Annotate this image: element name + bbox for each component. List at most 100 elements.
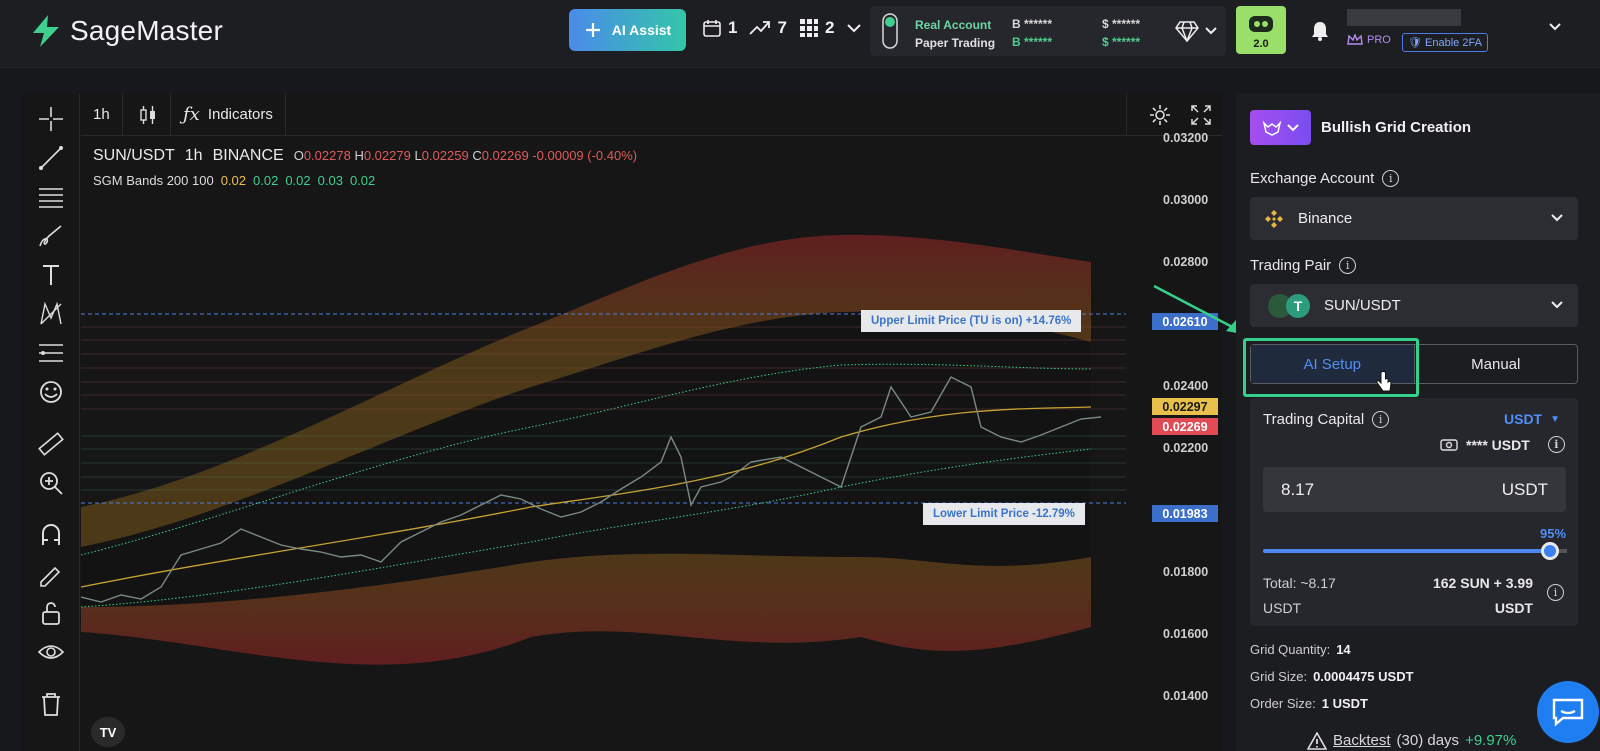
- backtest-link[interactable]: Backtest: [1333, 732, 1391, 750]
- binance-icon: [1265, 209, 1283, 228]
- diamond-icon[interactable]: [1175, 20, 1199, 42]
- lock-drawing-icon[interactable]: [37, 560, 65, 588]
- symbol[interactable]: SUN/USDT: [93, 147, 175, 165]
- trend-up-icon: [749, 21, 771, 35]
- lightning-logo-icon: [33, 15, 59, 47]
- chat-support-button[interactable]: [1537, 681, 1599, 743]
- profile-chevron-down-icon[interactable]: [1548, 22, 1562, 32]
- bot-counters: 1 7 2: [702, 18, 862, 38]
- function-icon: ƒx: [183, 104, 200, 125]
- shield-icon: 🛡: [1408, 37, 1422, 49]
- grid-size: Grid Size: 0.0004475 USDT: [1250, 669, 1414, 684]
- ruler-tool-icon[interactable]: [37, 430, 65, 458]
- user-name-redacted[interactable]: [1347, 9, 1461, 26]
- zoom-in-icon[interactable]: [37, 469, 65, 497]
- toggle-switch-icon[interactable]: [882, 13, 898, 49]
- trading-pair-label: Trading Pair i: [1250, 257, 1357, 274]
- enable-2fa-button[interactable]: 🛡 Enable 2FA: [1402, 33, 1488, 52]
- trading-capital-label: Trading Capital i: [1263, 411, 1390, 428]
- measure-tool-icon[interactable]: [37, 339, 65, 367]
- calendar-icon: [703, 20, 721, 37]
- bot-version: 2.0: [1253, 38, 1269, 50]
- lower-limit-label[interactable]: Lower Limit Price -12.79%: [923, 503, 1085, 525]
- chevron-down-icon: [1551, 301, 1563, 309]
- emoji-tool-icon[interactable]: [37, 378, 65, 406]
- account-switcher[interactable]: Real Account Paper Trading B ****** B **…: [870, 6, 1226, 56]
- chart-toolbar: 1h ƒx Indicators: [81, 93, 1222, 136]
- warning-icon: [1307, 732, 1327, 750]
- exchange-select[interactable]: Binance: [1250, 197, 1578, 240]
- chevron-down-icon[interactable]: [846, 22, 862, 34]
- bull-icon: [1262, 120, 1281, 136]
- exchange: BINANCE: [212, 147, 284, 164]
- settings-gear-icon[interactable]: [1149, 104, 1171, 126]
- fullscreen-icon[interactable]: [1191, 105, 1211, 125]
- trend-line-tool-icon[interactable]: [37, 144, 65, 172]
- axis-tick: 0.01800: [1163, 565, 1209, 579]
- currency-select[interactable]: USDT ▼: [1504, 411, 1560, 427]
- price-chart[interactable]: [81, 137, 1152, 743]
- masked-balance-b1: B ******: [1012, 17, 1053, 31]
- bot-type-selector[interactable]: [1250, 110, 1311, 145]
- indicator-legend[interactable]: SGM Bands 200 100 0.02 0.02 0.02 0.03 0.…: [93, 173, 375, 188]
- annotation-arrow: [1153, 284, 1242, 334]
- info-icon[interactable]: i: [1547, 584, 1564, 601]
- grid-quantity: Grid Quantity: 14: [1250, 642, 1351, 657]
- indicators-button[interactable]: ƒx Indicators: [171, 93, 286, 136]
- tradingview-logo[interactable]: TV: [91, 717, 125, 747]
- caret-down-icon: ▼: [1550, 413, 1561, 425]
- unlock-icon[interactable]: [37, 599, 65, 627]
- panel-header: Bullish Grid Creation: [1250, 110, 1471, 145]
- pattern-tool-icon[interactable]: [37, 300, 65, 328]
- tab-manual[interactable]: Manual: [1415, 345, 1578, 383]
- bell-icon[interactable]: [1311, 21, 1329, 41]
- capital-slider-knob[interactable]: [1541, 542, 1559, 560]
- info-icon[interactable]: i: [1339, 257, 1357, 274]
- grid-counter[interactable]: 2: [799, 18, 834, 38]
- axis-tick: 0.02400: [1163, 379, 1209, 393]
- upper-limit-label[interactable]: Upper Limit Price (TU is on) +14.76%: [861, 310, 1082, 332]
- info-icon[interactable]: i: [1382, 170, 1400, 187]
- chat-bubble-icon: [1552, 698, 1584, 727]
- brush-tool-icon[interactable]: [37, 222, 65, 250]
- wallet-eye-icon[interactable]: [1440, 438, 1458, 452]
- eye-icon[interactable]: [37, 638, 65, 666]
- trading-pair-select[interactable]: T SUN/USDT: [1250, 284, 1578, 327]
- capital-slider-track[interactable]: [1263, 549, 1556, 553]
- robot-icon: [1249, 16, 1273, 32]
- scheduled-counter[interactable]: 1: [702, 18, 737, 38]
- plus-icon: [585, 23, 600, 37]
- interval: 1h: [184, 147, 203, 164]
- crosshair-tool-icon[interactable]: [37, 105, 65, 133]
- symbol-legend: SUN/USDT 1h BINANCE O0.02278 H0.02279 L0…: [93, 147, 637, 165]
- chevron-down-icon[interactable]: [1204, 26, 1218, 36]
- info-icon[interactable]: i: [1547, 436, 1565, 453]
- capital-percent: 95%: [1540, 526, 1567, 541]
- timeframe-selector[interactable]: 1h: [81, 93, 123, 136]
- axis-tick: 0.02200: [1163, 441, 1209, 455]
- order-size: Order Size: 1 USDT: [1250, 696, 1368, 711]
- total-capital: Total: ~8.17 USDT: [1263, 575, 1336, 616]
- masked-balance-s1: $ ******: [1102, 17, 1141, 31]
- chevron-down-icon: [1551, 214, 1563, 222]
- trash-icon[interactable]: [37, 690, 65, 718]
- highlight-box: [1243, 338, 1419, 397]
- ohlc-values: O0.02278 H0.02279 L0.02259 C0.02269 -0.0…: [293, 148, 638, 163]
- horizontal-lines-tool-icon[interactable]: [37, 183, 65, 211]
- axis-tick: 0.03200: [1163, 131, 1209, 145]
- paper-trading-label: Paper Trading: [915, 36, 996, 50]
- axis-tick: 0.02800: [1163, 255, 1209, 269]
- candle-type-icon[interactable]: [127, 93, 171, 136]
- capital-amount-input[interactable]: 8.17 USDT: [1263, 467, 1566, 512]
- text-tool-icon[interactable]: [37, 261, 65, 289]
- ai-assist-button[interactable]: AI Assist: [569, 9, 686, 51]
- axis-tick: 0.01400: [1163, 689, 1209, 703]
- trend-counter[interactable]: 7: [749, 18, 787, 38]
- logo[interactable]: SageMaster: [30, 14, 223, 48]
- masked-balance-s2: $ ******: [1102, 35, 1141, 49]
- magnet-icon[interactable]: [37, 521, 65, 549]
- last-price-tag: 0.02269: [1152, 418, 1218, 435]
- axis-tick: 0.03000: [1163, 193, 1209, 207]
- real-account-label: Real Account: [915, 18, 992, 32]
- info-icon[interactable]: i: [1372, 411, 1390, 428]
